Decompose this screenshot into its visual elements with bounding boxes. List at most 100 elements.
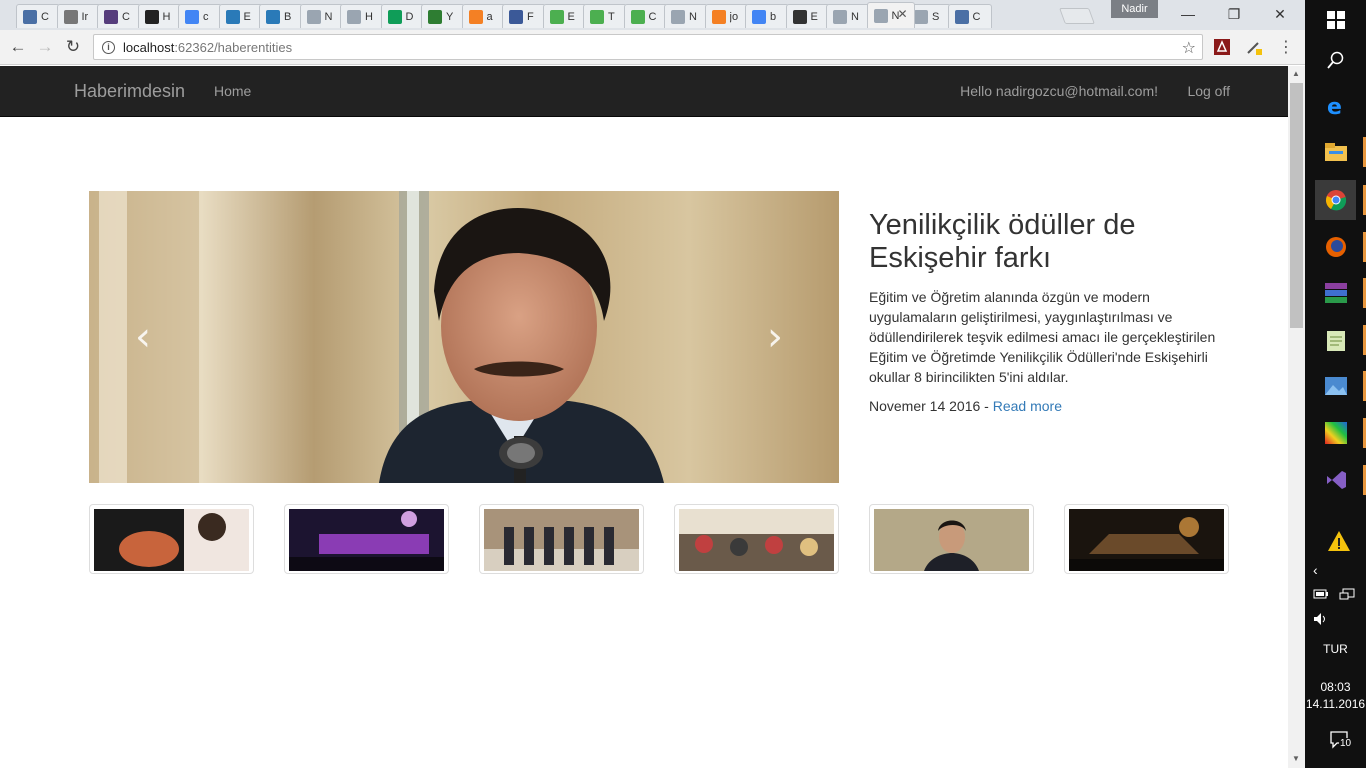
browser-tab[interactable]: Ir: [56, 4, 101, 28]
eyedropper-extension-icon[interactable]: [1244, 37, 1264, 57]
back-icon[interactable]: ←: [6, 36, 30, 58]
edge-icon[interactable]: e: [1315, 86, 1356, 126]
url-host: localhost: [123, 39, 175, 55]
thumbnail-meeting[interactable]: [674, 504, 839, 574]
site-brand-link[interactable]: Haberimdesin: [74, 81, 185, 102]
page-favicon: [914, 9, 928, 24]
menu-kebab-icon[interactable]: ⋮: [1276, 37, 1296, 57]
browser-tab[interactable]: C: [947, 4, 992, 28]
browser-tab-strip: C Ir C Hc E B N H D Ya F E T C Njo b E N N ✕ S C: [0, 0, 1305, 30]
w3schools-favicon: [590, 9, 604, 24]
bootstrap-favicon: [792, 9, 807, 24]
meta-separator: -: [980, 398, 993, 414]
browser-tab[interactable]: E: [218, 4, 263, 28]
carousel-next-icon[interactable]: ›: [767, 317, 783, 357]
browser-tab[interactable]: E: [542, 4, 587, 28]
browser-tab[interactable]: N ✕: [866, 2, 915, 28]
network-icon[interactable]: [1339, 588, 1355, 605]
profile-button[interactable]: Nadir: [1111, 0, 1158, 18]
browser-tab-title: C: [41, 10, 49, 23]
thumbnail-car-fire[interactable]: [1064, 504, 1229, 574]
page-scrollbar[interactable]: ▲ ▼: [1288, 66, 1305, 768]
svg-text:e: e: [1327, 95, 1342, 118]
browser-tab[interactable]: N: [299, 4, 344, 28]
paint-icon[interactable]: [1315, 413, 1366, 453]
windows-start-icon[interactable]: [1315, 0, 1356, 40]
bookmark-star-icon[interactable]: ☆: [1182, 38, 1196, 58]
page-viewport: Haberimdesin Home Hello nadirgozcu@hotma…: [0, 66, 1288, 768]
clock-date[interactable]: 14.11.2016: [1305, 697, 1366, 711]
address-bar[interactable]: i localhost:62362/haberentities ☆: [93, 34, 1203, 60]
forward-icon[interactable]: →: [33, 36, 57, 58]
w3schools-favicon: [630, 9, 645, 24]
reload-icon[interactable]: ↻: [61, 36, 85, 58]
bootstrap-favicon: [266, 9, 280, 24]
browser-tab[interactable]: E: [785, 4, 830, 28]
clock-time[interactable]: 08:03: [1305, 680, 1366, 694]
thumbnail-car-fire-image: [1069, 509, 1224, 571]
winrar-icon[interactable]: [1315, 273, 1366, 313]
browser-tab[interactable]: H: [340, 4, 384, 28]
scroll-up-icon[interactable]: ▲: [1292, 69, 1300, 78]
warning-icon[interactable]: [1327, 530, 1351, 555]
browser-tab[interactable]: a: [461, 4, 506, 28]
thumbnail-group-image: [484, 509, 639, 571]
notepad-icon[interactable]: [1315, 320, 1366, 360]
browser-tab[interactable]: Y: [421, 4, 465, 28]
chrome-icon[interactable]: [1315, 180, 1366, 220]
scroll-down-icon[interactable]: ▼: [1292, 754, 1300, 763]
restore-button[interactable]: ❐: [1211, 0, 1257, 28]
firefox-icon[interactable]: [1315, 227, 1366, 267]
news-carousel[interactable]: ‹ ›: [89, 191, 839, 483]
read-more-link[interactable]: Read more: [993, 398, 1062, 414]
close-window-button[interactable]: ✕: [1257, 0, 1303, 28]
new-tab-button[interactable]: [1059, 8, 1095, 24]
browser-tab[interactable]: B: [259, 4, 303, 28]
browser-tab[interactable]: b: [745, 4, 789, 28]
browser-tab[interactable]: jo: [704, 4, 749, 28]
browser-tab[interactable]: D: [380, 4, 425, 28]
browser-tab-title: S: [932, 10, 940, 23]
photos-icon[interactable]: [1315, 366, 1366, 406]
page-favicon: [833, 9, 847, 24]
thumbnail-portrait[interactable]: [869, 504, 1034, 574]
info-icon[interactable]: i: [102, 40, 115, 54]
show-hidden-icons[interactable]: ‹: [1313, 562, 1318, 578]
stackoverflow-favicon: [468, 9, 483, 24]
page-favicon: [671, 9, 685, 24]
scrollbar-thumb[interactable]: [1290, 83, 1303, 328]
browser-tab[interactable]: c: [178, 4, 222, 28]
google-favicon: [752, 9, 766, 24]
browser-tab[interactable]: T: [583, 4, 627, 28]
browser-tab[interactable]: C: [623, 4, 668, 28]
user-greeting-link[interactable]: Hello nadirgozcu@hotmail.com!: [960, 83, 1158, 99]
page-favicon: [306, 9, 321, 24]
thumbnail-group[interactable]: [479, 504, 644, 574]
visual-studio-icon[interactable]: [1315, 460, 1366, 500]
battery-icon[interactable]: [1313, 588, 1329, 603]
browser-tab-title: Ir: [81, 10, 89, 23]
browser-tab[interactable]: N: [664, 4, 708, 28]
stackoverflow-favicon: [711, 9, 726, 24]
pdf-extension-icon[interactable]: [1212, 37, 1232, 57]
nav-home-link[interactable]: Home: [214, 83, 251, 99]
search-icon[interactable]: [1315, 40, 1356, 80]
thumbnail-medical[interactable]: [89, 504, 254, 574]
close-tab-icon[interactable]: ✕: [897, 7, 907, 21]
browser-tab-title: C: [648, 10, 657, 23]
file-explorer-icon[interactable]: [1315, 132, 1366, 172]
keyboard-language[interactable]: TUR: [1305, 642, 1366, 656]
thumbnail-stage[interactable]: [284, 504, 449, 574]
thumbnail-meeting-image: [679, 509, 834, 571]
volume-icon[interactable]: [1313, 612, 1329, 629]
carousel-prev-icon[interactable]: ‹: [135, 317, 151, 357]
browser-tab[interactable]: C: [16, 4, 60, 28]
minimize-button[interactable]: —: [1165, 0, 1211, 28]
browser-tab[interactable]: F: [502, 4, 546, 28]
browser-tab[interactable]: N: [826, 4, 870, 28]
action-center-icon[interactable]: 10: [1329, 730, 1357, 754]
logoff-link[interactable]: Log off: [1187, 83, 1230, 99]
browser-tab[interactable]: H: [137, 4, 182, 28]
browser-tab[interactable]: C: [97, 4, 141, 28]
google-favicon: [185, 9, 199, 24]
